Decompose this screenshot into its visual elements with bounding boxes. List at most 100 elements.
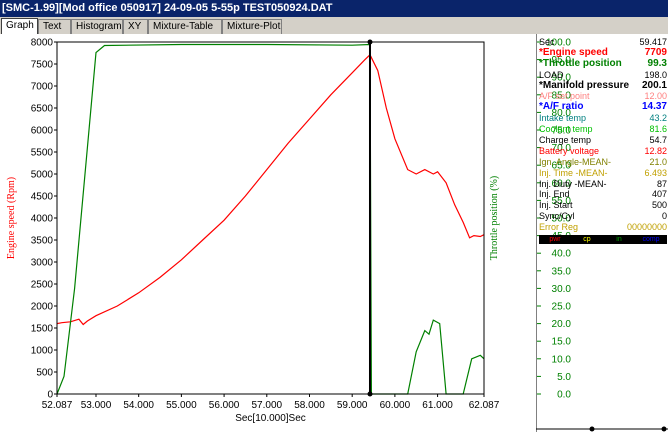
cursor-handle-top: [367, 39, 373, 45]
parameter-label: Ign. Angle-MEAN-: [539, 156, 612, 167]
tab-mixture-plot[interactable]: Mixture-Plot: [222, 19, 282, 34]
rail-handle-left[interactable]: [589, 426, 595, 432]
y-tick-label-left: 8000: [31, 38, 54, 49]
y-tick-label-right: 35.0: [552, 266, 572, 277]
tab-histogram[interactable]: Histogram: [71, 19, 123, 34]
parameter-value: 12.82: [644, 145, 667, 156]
parameter-label: Intake temp: [539, 113, 587, 124]
y-tick-label-left: 6500: [31, 104, 54, 115]
tab-graph[interactable]: Graph: [1, 18, 38, 34]
x-tick-label: 54.000: [123, 400, 154, 411]
x-tick-label: 57.000: [251, 400, 282, 411]
y-tick-label-left: 6000: [31, 126, 54, 137]
parameter-row[interactable]: Inj. Start 500: [539, 200, 667, 211]
y-tick-label-left: 7500: [31, 60, 54, 71]
x-tick-label: 58.000: [294, 400, 325, 411]
parameter-value: 87: [656, 178, 667, 189]
parameter-label: *Throttle position: [539, 57, 622, 69]
x-tick-label: 53.000: [81, 400, 112, 411]
legend-flag-pwr: pwr: [549, 236, 561, 243]
y-tick-label-left: 2000: [31, 302, 54, 313]
parameter-label: *Manifold pressure: [539, 79, 630, 91]
parameter-row[interactable]: Inj. Duty -MEAN- 87: [539, 179, 667, 190]
y-tick-label-right: 5.0: [557, 372, 571, 383]
parameter-row[interactable]: Battery voltage 12.82: [539, 146, 667, 157]
parameter-value: 43.2: [649, 113, 667, 124]
rail-handle-right[interactable]: [661, 426, 667, 432]
parameter-label: Inj. Start: [539, 200, 573, 211]
y-tick-label-left: 0: [47, 390, 53, 401]
parameter-row[interactable]: Coolant temp 81.6: [539, 124, 667, 135]
x-tick-label: 55.000: [166, 400, 197, 411]
parameter-row[interactable]: Intake temp 43.2: [539, 113, 667, 124]
view-tabs: Graph Text Histogram XY Mixture-Table Mi…: [0, 18, 668, 34]
parameter-label: LOAD: [539, 69, 564, 80]
parameter-row[interactable]: Error Reg 00000000: [539, 222, 667, 233]
y-tick-label-right: 25.0: [552, 302, 572, 313]
tab-text[interactable]: Text: [38, 19, 71, 34]
tab-xy[interactable]: XY: [123, 19, 148, 34]
parameter-value: 54.7: [649, 135, 667, 146]
parameter-row[interactable]: *A/F ratio 14.37: [539, 101, 667, 113]
y-tick-label-left: 3000: [31, 258, 54, 269]
y-tick-label-left: 7000: [31, 82, 54, 93]
y-tick-label-left: 5500: [31, 148, 54, 159]
parameter-value: 14.37: [641, 101, 667, 113]
parameter-value: 0: [661, 211, 667, 222]
parameter-label: Inj. End: [539, 189, 570, 200]
parameter-value: 21.0: [649, 156, 667, 167]
legend-flag-in: in: [616, 236, 622, 243]
parameter-label: *A/F ratio: [539, 101, 584, 113]
y-tick-label-right: 10.0: [552, 354, 572, 365]
parameter-value: 6.493: [644, 167, 667, 178]
legend-flag-cp: cp: [583, 236, 591, 243]
x-tick-label: 60.000: [380, 400, 411, 411]
parameter-label: Inj. Time -MEAN-: [539, 167, 608, 178]
parameter-list: Sec 59.417 *Engine speed 7709 *Throttle posi…: [539, 37, 667, 233]
parameter-value: 500: [651, 200, 667, 211]
x-tick-label: 61.000: [422, 400, 453, 411]
y-tick-label-left: 1500: [31, 324, 54, 335]
parameter-value: 00000000: [626, 222, 667, 233]
graph-area[interactable]: 0 500 1000 1500 2000 2500 3000 3500 4000 4500 5000…: [0, 34, 536, 432]
cursor-rail[interactable]: [536, 424, 668, 432]
parameter-row[interactable]: *Manifold pressure 200.1: [539, 79, 667, 92]
engine-log-chart[interactable]: 0 500 1000 1500 2000 2500 3000 3500 4000 4500 5000…: [0, 34, 536, 432]
parameter-row[interactable]: Inj. End 407: [539, 189, 667, 200]
y-tick-label-left: 1000: [31, 346, 54, 357]
y-tick-label-left: 3500: [31, 236, 54, 247]
window-title: [SMC-1.99][Mod office 050917] 24-09-05 5…: [2, 2, 333, 14]
parameter-label: Error Reg: [539, 222, 579, 233]
parameter-row[interactable]: *Throttle position 99.3: [539, 57, 667, 70]
x-tick-label: 62.087: [469, 400, 500, 411]
tab-mixture-table[interactable]: Mixture-Table: [148, 19, 222, 34]
parameter-row[interactable]: Charge temp 54.7: [539, 135, 667, 146]
y-tick-label-left: 2500: [31, 280, 54, 291]
y-axis-label-left: Engine speed (Rpm): [6, 177, 17, 259]
x-tick-label: 59.000: [337, 400, 368, 411]
parameter-value: 99.3: [647, 57, 667, 69]
y-tick-label-left: 500: [36, 368, 53, 379]
x-tick-label: 52.087: [42, 400, 73, 411]
parameter-label: Sync/Cyl: [539, 211, 575, 222]
legend-flag-comp: comp: [642, 236, 660, 243]
parameter-row[interactable]: Ign. Angle-MEAN- 21.0: [539, 157, 667, 168]
parameter-value: 407: [651, 189, 667, 200]
x-tick-label: 56.000: [209, 400, 240, 411]
y-tick-label-right: 30.0: [552, 284, 572, 295]
parameter-label: Inj. Duty -MEAN-: [539, 178, 607, 189]
chart-background: [0, 34, 536, 432]
parameter-label: Charge temp: [539, 135, 592, 146]
status-legend-bar: pwr cp in comp: [539, 235, 667, 244]
y-tick-label-left: 4000: [31, 214, 54, 225]
parameter-value: 200.1: [641, 79, 667, 91]
parameter-value: 198.0: [644, 69, 667, 80]
y-tick-label-left: 4500: [31, 192, 54, 203]
y-tick-label-right: 20.0: [552, 319, 572, 330]
parameter-row[interactable]: Inj. Time -MEAN- 6.493: [539, 168, 667, 179]
cursor-handle-bottom: [367, 391, 373, 397]
y-tick-label-right: 40.0: [552, 249, 572, 260]
y-tick-label-right: 0.0: [557, 390, 571, 401]
parameter-row[interactable]: LOAD 198.0: [539, 70, 667, 81]
parameter-row[interactable]: Sync/Cyl 0: [539, 211, 667, 222]
